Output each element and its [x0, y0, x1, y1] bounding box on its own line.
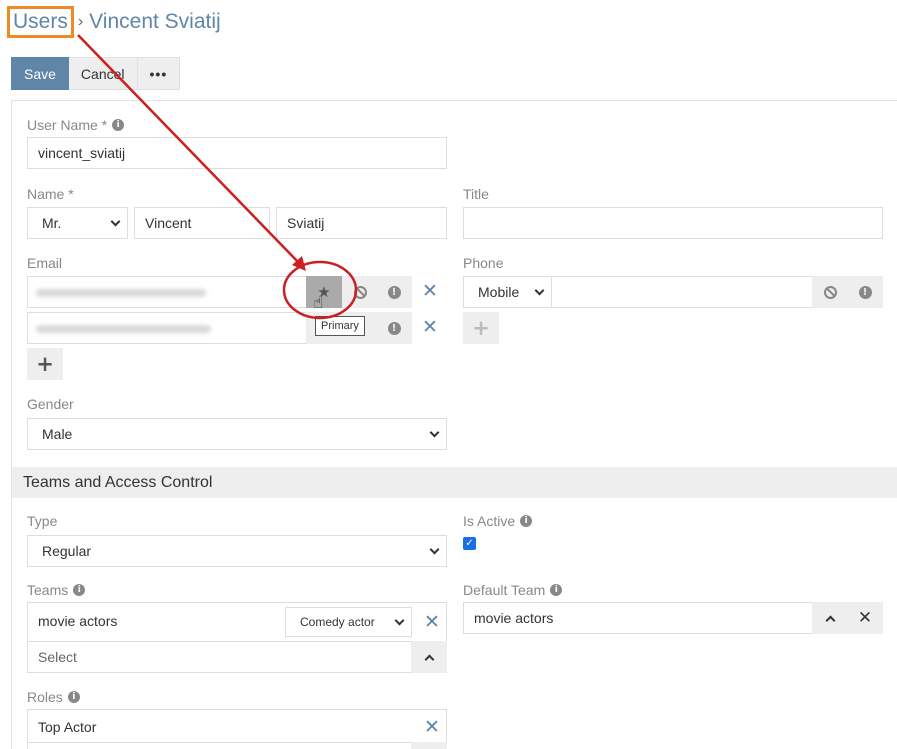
exclamation-icon: ! — [858, 285, 872, 299]
exclamation-icon: ! — [387, 285, 401, 299]
blurred-email-2 — [36, 325, 211, 333]
section-header-teams: Teams and Access Control — [12, 467, 897, 498]
is-active-checkbox[interactable]: ✓ — [463, 537, 476, 550]
name-label: Name * — [27, 186, 74, 202]
team-name: movie actors — [38, 613, 118, 629]
phone-type-value: Mobile — [478, 284, 520, 300]
breadcrumb: Users › Vincent Sviatij — [7, 6, 221, 38]
default-team-label: Default Team i — [463, 582, 563, 598]
breadcrumb-users-link[interactable]: Users — [7, 6, 74, 38]
roles-label-text: Roles — [27, 689, 63, 705]
salutation-value: Mr. — [42, 215, 62, 231]
default-team-label-text: Default Team — [463, 582, 546, 598]
opt-out-button-1[interactable] — [342, 276, 378, 308]
phone-type-select[interactable]: Mobile — [463, 276, 552, 308]
is-active-label: Is Active i — [463, 513, 533, 529]
blurred-email-1 — [36, 289, 206, 297]
chevron-down-icon — [110, 216, 121, 226]
role-item: Top Actor — [27, 709, 447, 743]
phone-label: Phone — [463, 255, 504, 271]
phone-input[interactable] — [551, 276, 813, 308]
invalid-button-2[interactable]: ! — [376, 312, 412, 344]
exclamation-icon: ! — [387, 321, 401, 335]
type-label: Type — [27, 513, 58, 529]
chevron-down-icon — [394, 615, 405, 625]
gender-select[interactable]: Male — [27, 418, 447, 450]
user-name-input[interactable]: vincent_sviatij — [27, 137, 447, 169]
teams-collapse-button[interactable] — [411, 641, 447, 673]
gender-value: Male — [42, 426, 73, 442]
user-name-label: User Name * i — [27, 117, 125, 133]
ban-icon — [823, 285, 837, 299]
info-icon[interactable]: i — [112, 119, 125, 131]
salutation-select[interactable]: Mr. — [27, 207, 128, 239]
phone-invalid-button[interactable]: ! — [847, 276, 883, 308]
email-input-2[interactable] — [27, 312, 307, 344]
info-icon[interactable]: i — [67, 691, 80, 703]
title-input[interactable] — [463, 207, 883, 239]
chevron-down-icon — [429, 427, 440, 437]
default-team-input[interactable]: movie actors — [463, 602, 813, 634]
page-title: Vincent Sviatij — [89, 10, 221, 33]
add-email-button[interactable]: + — [27, 348, 63, 380]
first-name-input[interactable]: Vincent — [134, 207, 270, 239]
team-row: movie actors Comedy actor — [27, 602, 447, 642]
primary-star-button[interactable]: ★ — [306, 276, 342, 308]
remove-email-2-icon[interactable]: ✕ — [422, 318, 438, 337]
teams-label: Teams i — [27, 582, 86, 598]
last-name-input[interactable]: Sviatij — [276, 207, 447, 239]
more-actions-button[interactable]: ••• — [137, 57, 181, 90]
chevron-up-icon — [825, 615, 835, 625]
team-role-value: Comedy actor — [300, 615, 375, 629]
chevron-down-icon — [534, 285, 545, 295]
gender-label: Gender — [27, 396, 74, 412]
default-team-clear-icon[interactable]: ✕ — [847, 602, 883, 634]
roles-select-input[interactable] — [27, 742, 412, 749]
roles-label: Roles i — [27, 689, 80, 705]
chevron-down-icon — [429, 544, 440, 554]
remove-email-1-icon[interactable]: ✕ — [422, 282, 438, 301]
phone-opt-out-button[interactable] — [812, 276, 848, 308]
email-input-1[interactable] — [27, 276, 307, 308]
role-name: Top Actor — [38, 718, 97, 735]
teams-label-text: Teams — [27, 582, 69, 598]
toolbar: Save Cancel ••• — [11, 57, 181, 90]
info-icon[interactable]: i — [550, 584, 563, 596]
is-active-label-text: Is Active — [463, 513, 516, 529]
title-label: Title — [463, 186, 489, 202]
type-select[interactable]: Regular — [27, 535, 447, 567]
invalid-button-1[interactable]: ! — [376, 276, 412, 308]
info-icon[interactable]: i — [73, 584, 86, 596]
save-button[interactable]: Save — [11, 57, 69, 90]
team-role-select[interactable]: Comedy actor — [285, 607, 412, 637]
type-value: Regular — [42, 543, 92, 559]
teams-select-input[interactable]: Select — [27, 641, 412, 673]
remove-role-icon[interactable]: ✕ — [424, 718, 440, 737]
chevron-up-icon — [424, 654, 434, 664]
email-label: Email — [27, 255, 63, 271]
remove-team-icon[interactable]: ✕ — [424, 613, 440, 632]
add-phone-button[interactable]: + — [463, 312, 499, 344]
info-icon[interactable]: i — [520, 515, 533, 527]
ban-icon — [353, 285, 367, 299]
default-team-expand-button[interactable] — [812, 602, 848, 634]
user-name-label-text: User Name * — [27, 117, 108, 133]
primary-tooltip: Primary — [315, 316, 365, 336]
hand-cursor-icon: ☝ — [313, 293, 324, 313]
cancel-button[interactable]: Cancel — [68, 57, 138, 90]
breadcrumb-separator: › — [77, 13, 84, 30]
roles-collapse-button[interactable] — [411, 742, 447, 749]
page-header: Users › Vincent Sviatij Save Cancel ••• — [0, 0, 897, 100]
